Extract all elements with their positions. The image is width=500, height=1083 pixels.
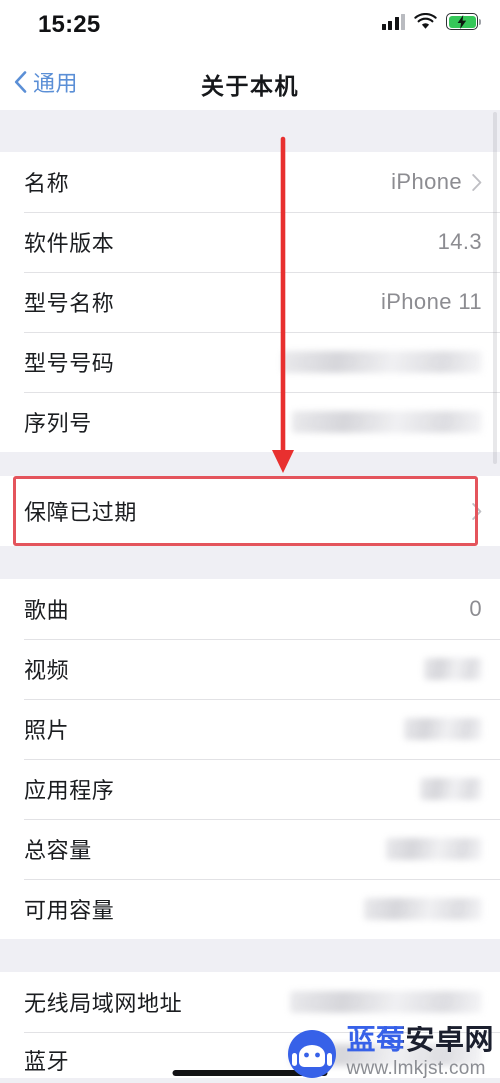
redacted-value: [404, 718, 482, 740]
row-value-container: [386, 838, 482, 860]
section-gap: [0, 939, 500, 972]
row-value: 0: [469, 596, 482, 621]
redacted-value: [290, 991, 482, 1013]
table-row[interactable]: 型号号码: [0, 332, 500, 392]
row-value-container: iPhone: [391, 169, 482, 195]
watermark: 蓝莓安卓网 www.lmkjst.com: [285, 1025, 494, 1079]
row-label: 可用容量: [24, 898, 115, 923]
status-bar-indicators: [381, 13, 481, 30]
settings-scroll-view[interactable]: 名称 iPhone 软件版本 14.3 型号名称 iPhone 11 型号号码 …: [0, 110, 500, 1083]
row-label: 型号名称: [24, 291, 115, 316]
status-bar-clock: 15:25: [38, 11, 101, 38]
section-storage-media: 歌曲 0 视频 照片 应用程序 总容量 可用容量: [0, 579, 500, 939]
row-value-container: [290, 991, 482, 1013]
table-row[interactable]: 照片: [0, 699, 500, 759]
row-label: 保障已过期: [24, 500, 138, 525]
table-row[interactable]: 总容量: [0, 819, 500, 879]
section-gap-top: [0, 110, 500, 152]
redacted-value: [424, 658, 482, 680]
row-value-container: 14.3: [438, 229, 482, 255]
blueberry-android-logo-icon: [288, 1030, 337, 1078]
table-row[interactable]: 名称 iPhone: [0, 152, 500, 212]
table-row[interactable]: 视频: [0, 639, 500, 699]
table-row[interactable]: 可用容量: [0, 879, 500, 939]
scrollbar[interactable]: [493, 112, 497, 464]
section-gap: [0, 546, 500, 579]
wifi-icon: [414, 13, 437, 29]
watermark-text: 蓝莓安卓网 www.lmkjst.com: [346, 1024, 494, 1079]
row-label: 照片: [24, 718, 70, 743]
watermark-url: www.lmkjst.com: [346, 1058, 486, 1079]
section-gap: [0, 452, 500, 476]
row-label: 名称: [24, 171, 70, 196]
row-value: 14.3: [437, 229, 482, 254]
coverage-row[interactable]: 保障已过期: [0, 476, 500, 546]
row-label: 序列号: [24, 411, 92, 436]
chevron-right-icon: [472, 173, 482, 191]
redacted-value: [282, 351, 482, 373]
row-label: 应用程序: [24, 778, 115, 803]
section-device-info: 名称 iPhone 软件版本 14.3 型号名称 iPhone 11 型号号码 …: [0, 152, 500, 452]
row-value: iPhone 11: [380, 289, 482, 314]
row-value-container: [472, 502, 482, 520]
section-coverage: 保障已过期: [0, 476, 500, 546]
row-value-container: iPhone 11: [381, 289, 482, 315]
row-label: 歌曲: [24, 598, 70, 623]
row-value-container: [282, 351, 482, 373]
row-value-container: [404, 718, 482, 740]
iphone-settings-about-screen: 15:25 通用 关于本机 名称 iPhone 软件版本 14.3 型号名称 i…: [0, 0, 500, 1083]
row-value-container: 0: [469, 596, 482, 622]
redacted-value: [292, 411, 482, 433]
row-value-container: [292, 411, 482, 433]
table-row[interactable]: 序列号: [0, 392, 500, 452]
row-value-container: [424, 658, 482, 680]
table-row[interactable]: 软件版本 14.3: [0, 212, 500, 272]
page-title: 关于本机: [201, 73, 299, 99]
lightning-bolt-icon: [457, 14, 467, 29]
redacted-value: [386, 838, 482, 860]
table-row[interactable]: 应用程序: [0, 759, 500, 819]
navigation-bar: 通用 关于本机: [0, 52, 500, 110]
redacted-value: [364, 898, 482, 920]
status-bar: 15:25: [0, 0, 500, 52]
table-row[interactable]: 型号名称 iPhone 11: [0, 272, 500, 332]
watermark-site-name: 蓝莓安卓网: [346, 1024, 494, 1056]
row-label: 视频: [24, 658, 70, 683]
table-row[interactable]: 无线局域网地址: [0, 972, 500, 1032]
chevron-right-icon: [472, 502, 482, 520]
row-label: 型号号码: [24, 351, 115, 376]
redacted-value: [420, 778, 482, 800]
table-row[interactable]: 歌曲 0: [0, 579, 500, 639]
row-value-container: [420, 778, 482, 800]
row-label: 蓝牙: [24, 1049, 70, 1074]
row-label: 无线局域网地址: [24, 991, 183, 1016]
row-label: 软件版本: [24, 231, 115, 256]
row-value: iPhone: [391, 169, 462, 194]
row-label: 总容量: [24, 838, 92, 863]
row-value-container: [364, 898, 482, 920]
battery-charging-icon: [446, 13, 481, 30]
cellular-signal-icon: [381, 13, 405, 30]
